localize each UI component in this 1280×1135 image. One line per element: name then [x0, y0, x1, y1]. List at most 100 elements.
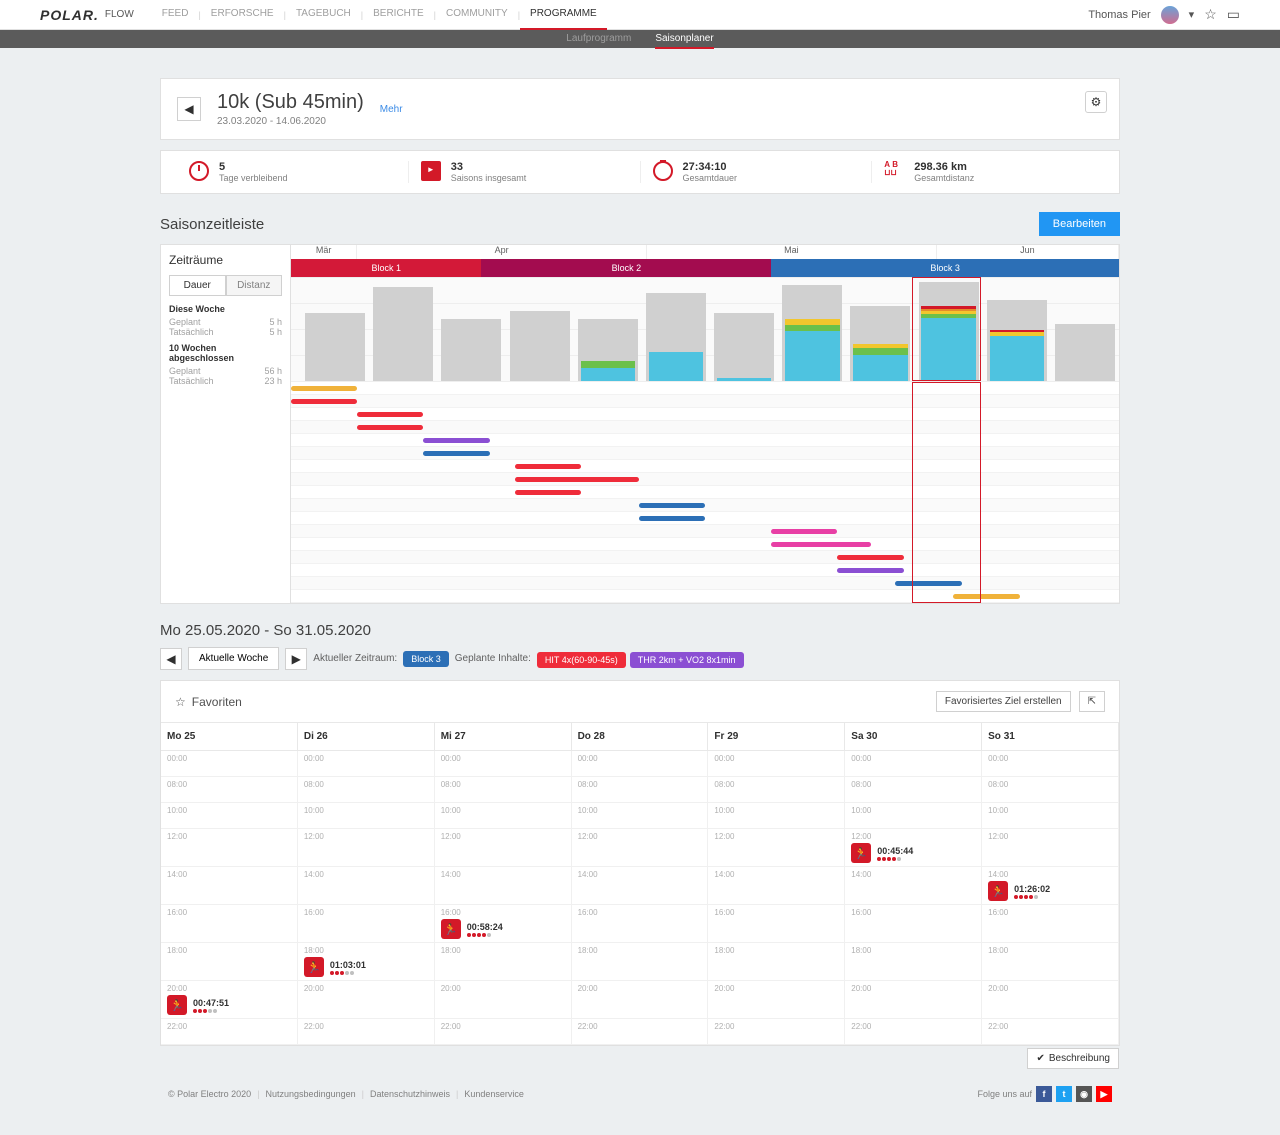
cal-slot[interactable]: 10:00	[845, 803, 982, 829]
cal-slot[interactable]: 08:00	[161, 777, 298, 803]
nav-tagebuch[interactable]: TAGEBUCH	[286, 0, 361, 30]
workout-bar[interactable]	[639, 516, 705, 521]
block[interactable]: Block 3	[771, 259, 1119, 277]
cal-slot[interactable]: 12:00	[982, 829, 1119, 867]
cal-slot[interactable]: 20:00	[845, 981, 982, 1019]
cal-slot[interactable]: 18:00🏃01:03:01	[298, 943, 435, 981]
workout-bar[interactable]	[291, 386, 357, 391]
cal-slot[interactable]: 18:00	[161, 943, 298, 981]
cal-slot[interactable]: 22:00	[298, 1019, 435, 1045]
cal-slot[interactable]: 22:00	[982, 1019, 1119, 1045]
cal-slot[interactable]: 18:00	[708, 943, 845, 981]
cal-slot[interactable]: 16:00	[298, 905, 435, 943]
subnav-saisonplaner[interactable]: Saisonplaner	[655, 30, 713, 49]
workout-bar[interactable]	[895, 581, 961, 586]
current-week-button[interactable]: Aktuelle Woche	[188, 647, 279, 670]
next-week-button[interactable]: ▶	[285, 648, 307, 670]
cal-slot[interactable]: 00:00	[982, 751, 1119, 777]
cal-slot[interactable]: 12:00	[572, 829, 709, 867]
export-icon[interactable]: ⇱	[1079, 691, 1105, 712]
training-event[interactable]: 🏃00:58:24	[441, 919, 565, 939]
cal-slot[interactable]: 16:00	[708, 905, 845, 943]
cal-slot[interactable]: 16:00	[845, 905, 982, 943]
star-icon[interactable]: ☆	[1204, 6, 1217, 23]
avatar[interactable]	[1161, 6, 1179, 24]
cal-slot[interactable]: 14:00	[708, 867, 845, 905]
workout-bar[interactable]	[357, 425, 423, 430]
cal-slot[interactable]: 14:00🏃01:26:02	[982, 867, 1119, 905]
cal-slot[interactable]: 08:00	[845, 777, 982, 803]
tab-duration[interactable]: Dauer	[169, 275, 226, 296]
tab-distance[interactable]: Distanz	[226, 275, 283, 296]
training-event[interactable]: 🏃00:47:51	[167, 995, 291, 1015]
twitter-icon[interactable]: t	[1056, 1086, 1072, 1102]
cal-slot[interactable]: 00:00	[435, 751, 572, 777]
footer-link[interactable]: Datenschutzhinweis	[370, 1089, 450, 1099]
footer-link[interactable]: Nutzungsbedingungen	[266, 1089, 356, 1099]
cal-slot[interactable]: 12:00	[435, 829, 572, 867]
cal-slot[interactable]: 22:00	[708, 1019, 845, 1045]
cal-slot[interactable]: 10:00	[982, 803, 1119, 829]
cal-slot[interactable]: 14:00	[161, 867, 298, 905]
cal-slot[interactable]: 00:00	[161, 751, 298, 777]
cal-slot[interactable]: 20:00	[982, 981, 1119, 1019]
back-button[interactable]: ◀	[177, 97, 201, 121]
cal-slot[interactable]: 12:00	[161, 829, 298, 867]
cal-slot[interactable]: 22:00	[435, 1019, 572, 1045]
cal-slot[interactable]: 14:00	[572, 867, 709, 905]
cal-slot[interactable]: 12:00🏃00:45:44	[845, 829, 982, 867]
cal-slot[interactable]: 08:00	[572, 777, 709, 803]
cal-slot[interactable]: 18:00	[572, 943, 709, 981]
cal-slot[interactable]: 16:00🏃00:58:24	[435, 905, 572, 943]
block[interactable]: Block 1	[291, 259, 481, 277]
nav-berichte[interactable]: BERICHTE	[363, 0, 434, 30]
workout-bar[interactable]	[953, 594, 1019, 599]
cal-slot[interactable]: 14:00	[845, 867, 982, 905]
cal-slot[interactable]: 22:00	[161, 1019, 298, 1045]
workout-bar[interactable]	[515, 477, 639, 482]
workout-bar[interactable]	[357, 412, 423, 417]
cal-slot[interactable]: 16:00	[982, 905, 1119, 943]
cal-slot[interactable]: 22:00	[572, 1019, 709, 1045]
cal-slot[interactable]: 18:00	[982, 943, 1119, 981]
workout-bar[interactable]	[515, 464, 581, 469]
cal-slot[interactable]: 20:00	[572, 981, 709, 1019]
chat-icon[interactable]: ▭	[1227, 6, 1240, 23]
cal-slot[interactable]: 20:00	[298, 981, 435, 1019]
cal-slot[interactable]: 20:00🏃00:47:51	[161, 981, 298, 1019]
dropdown-icon[interactable]: ▾	[1189, 8, 1195, 21]
cal-slot[interactable]: 10:00	[435, 803, 572, 829]
training-event[interactable]: 🏃00:45:44	[851, 843, 975, 863]
subnav-laufprogramm[interactable]: Laufprogramm	[566, 30, 631, 49]
cal-slot[interactable]: 14:00	[435, 867, 572, 905]
cal-slot[interactable]: 20:00	[708, 981, 845, 1019]
block[interactable]: Block 2	[481, 259, 771, 277]
prev-week-button[interactable]: ◀	[160, 648, 182, 670]
create-favorite-button[interactable]: Favorisiertes Ziel erstellen	[936, 691, 1071, 712]
cal-slot[interactable]: 10:00	[298, 803, 435, 829]
facebook-icon[interactable]: f	[1036, 1086, 1052, 1102]
workout-bar[interactable]	[639, 503, 705, 508]
workout-bar[interactable]	[771, 529, 837, 534]
workout-bar[interactable]	[771, 542, 870, 547]
workout-bar[interactable]	[515, 490, 581, 495]
cal-slot[interactable]: 10:00	[572, 803, 709, 829]
youtube-icon[interactable]: ▶	[1096, 1086, 1112, 1102]
training-event[interactable]: 🏃01:26:02	[988, 881, 1112, 901]
cal-slot[interactable]: 16:00	[161, 905, 298, 943]
nav-feed[interactable]: FEED	[152, 0, 199, 30]
training-event[interactable]: 🏃01:03:01	[304, 957, 428, 977]
footer-link[interactable]: Kundenservice	[464, 1089, 524, 1099]
cal-slot[interactable]: 00:00	[708, 751, 845, 777]
workout-bar[interactable]	[423, 451, 489, 456]
cal-slot[interactable]: 22:00	[845, 1019, 982, 1045]
nav-programme[interactable]: PROGRAMME	[520, 0, 607, 30]
cal-slot[interactable]: 00:00	[572, 751, 709, 777]
workout-bar[interactable]	[837, 555, 903, 560]
workout-bar[interactable]	[837, 568, 903, 573]
cal-slot[interactable]: 12:00	[708, 829, 845, 867]
cal-slot[interactable]: 16:00	[572, 905, 709, 943]
cal-slot[interactable]: 08:00	[298, 777, 435, 803]
cal-slot[interactable]: 14:00	[298, 867, 435, 905]
cal-slot[interactable]: 08:00	[708, 777, 845, 803]
